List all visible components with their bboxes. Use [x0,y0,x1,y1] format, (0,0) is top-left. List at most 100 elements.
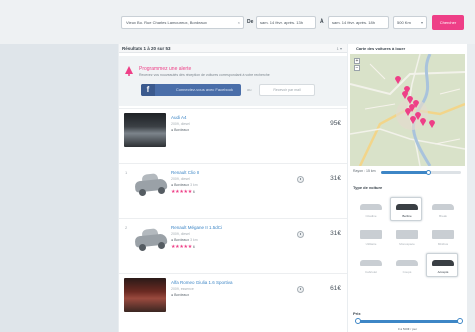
list-item[interactable]: 2 Renault Mégane II 1.5dCi 2009, diesel … [119,218,347,272]
vehicle-type-option[interactable]: Utilitaire [354,225,386,249]
radius-slider-row: Rayon : 15 km [353,168,463,176]
from-label: De [247,19,254,25]
search-button[interactable]: Chercher [432,15,464,30]
vehicle-type-label: Break [439,214,447,218]
clear-icon[interactable]: × [238,17,240,28]
radius-slider-fill [381,171,429,174]
alert-title[interactable]: Programmez une alerte [139,66,191,72]
car-details: 2009, essence [171,287,194,291]
car-price: 95€ [330,120,341,127]
rating-stars: ★★★★★6 [171,189,195,195]
radius-slider[interactable] [381,170,461,175]
price-filter-title: Prix [353,311,361,316]
car-details: 2009, diesel [171,232,190,236]
clock-icon [297,286,304,293]
car-name-link[interactable]: Renault Clio II [171,170,199,175]
car-location-city: Bordeaux [174,128,190,132]
facebook-connect-button[interactable]: f Connectez-vous avec Facebook [141,84,241,96]
price-slider[interactable] [355,318,463,324]
car-price: 61€ [330,285,341,292]
car-price: 31€ [330,175,341,182]
vehicle-type-label: Coupé [402,270,412,274]
review-count: 6 [192,190,195,194]
car-type-icon [360,260,382,266]
vehicle-type-option[interactable]: Berline [390,197,422,221]
to-date-input[interactable]: sam. 14 févr. après. 18h [328,16,389,29]
email-alert-button[interactable]: Recevoir par mail [259,84,315,96]
facebook-connect-label: Connectez-vous avec Facebook [175,87,233,92]
chevron-down-icon: ▾ [420,20,423,25]
list-item[interactable]: 1 Renault Clio II 2009, diesel ● Bordeau… [119,163,347,217]
car-name-link[interactable]: Renault Mégane II 1.5dCi [171,225,222,230]
alert-box: Programmez une alerte Recevez vos nouvea… [119,56,347,106]
radius-label: Rayon : 15 km [353,169,376,173]
review-count: 6 [192,245,195,249]
car-placeholder-image[interactable] [129,168,171,202]
alert-description: Recevez vos nouveautés dès réception de … [139,73,270,77]
results-count: Résultats 1 à 20 sur 53 [122,46,171,51]
map-zoom-controls: + − [354,58,360,72]
result-index: 1 [125,170,128,175]
car-location: ● Bordeaux [171,293,189,297]
facebook-icon: f [141,84,155,96]
price-slider-max-handle[interactable] [457,318,463,324]
vehicle-type-label: Cabriolet [364,270,377,274]
list-item[interactable]: Alfa Romeo Giulia 1.6 Sportiva 2009, ess… [119,273,347,327]
vehicle-type-label: Citadine [365,214,377,218]
warning-icon [125,66,133,76]
car-placeholder-image[interactable] [129,223,171,257]
car-name-link[interactable]: Alfa Romeo Giulia 1.6 Sportiva [171,280,233,285]
car-type-icon [396,230,418,239]
car-type-icon [360,230,382,239]
zoom-in-button[interactable]: + [354,58,360,64]
distance-value: 500 Km [397,20,411,25]
price-range-value: 0 à 500€ / jour [397,327,418,331]
rating-stars-glyphs: ★★★★★ [171,189,192,195]
clock-icon [297,176,304,183]
car-details: 2009, diesel [171,122,190,126]
car-name-link[interactable]: Audi A4 [171,115,187,120]
results-sort[interactable]: 1 ▾ [337,46,342,51]
results-map[interactable]: + − [350,54,465,166]
vehicle-type-option[interactable]: Coupé [390,253,422,277]
vehicle-type-label: Monospace [399,242,415,246]
address-value: Vieux Bo. Rue Charles Lamoureux, Bordeau… [126,20,207,25]
zoom-out-button[interactable]: − [354,65,360,71]
car-price: 31€ [330,230,341,237]
list-item[interactable]: Audi A4 2009, diesel ● Bordeaux 95€ [119,108,347,162]
car-location-city: Bordeaux [174,293,190,297]
map-card-title: Carte des voitures à louer [356,46,406,51]
vehicle-type-title: Type de voiture [353,185,383,190]
vehicle-type-label: Minibus [437,242,449,246]
vehicle-type-option[interactable]: Citadine [354,197,386,221]
from-date-input[interactable]: sam. 14 févr. après. 13h [256,16,316,29]
vehicle-type-option[interactable]: Monospace [390,225,422,249]
car-type-icon [432,230,454,239]
address-input[interactable]: Vieux Bo. Rue Charles Lamoureux, Bordeau… [121,16,244,29]
car-type-icon [396,204,418,210]
car-location-city: Bordeaux [174,238,190,242]
car-details: 2009, diesel [171,177,190,181]
filters-panel: Carte des voitures à louer + − Rayon: 1… [348,44,467,332]
vehicle-type-option[interactable]: Cabriolet [354,253,386,277]
car-photo[interactable] [124,113,166,147]
vehicle-type-option[interactable]: Break [426,197,458,221]
car-photo[interactable] [124,278,166,312]
vehicle-type-option[interactable]: Minibus [426,225,458,249]
left-empty-panel [0,0,118,332]
vehicle-type-label: Utilitaire [365,242,377,246]
vehicle-type-label: Berline [402,214,412,218]
result-index: 2 [125,225,128,230]
to-label: À [320,19,324,25]
vehicle-type-option[interactable]: Accepté [426,253,458,277]
car-location-city: Bordeaux [174,183,190,187]
car-distance: 3 km [190,183,198,187]
radius-slider-handle[interactable] [426,170,431,175]
price-slider-min-handle[interactable] [355,318,361,324]
rating-stars-glyphs: ★★★★★ [171,244,192,250]
distance-select[interactable]: 500 Km ▾ [393,16,427,29]
vehicle-type-label: Accepté [437,270,449,274]
or-label: ou [247,87,252,92]
results-header: Résultats 1 à 20 sur 53 1 ▾ [119,44,347,53]
car-type-icon [432,260,454,266]
